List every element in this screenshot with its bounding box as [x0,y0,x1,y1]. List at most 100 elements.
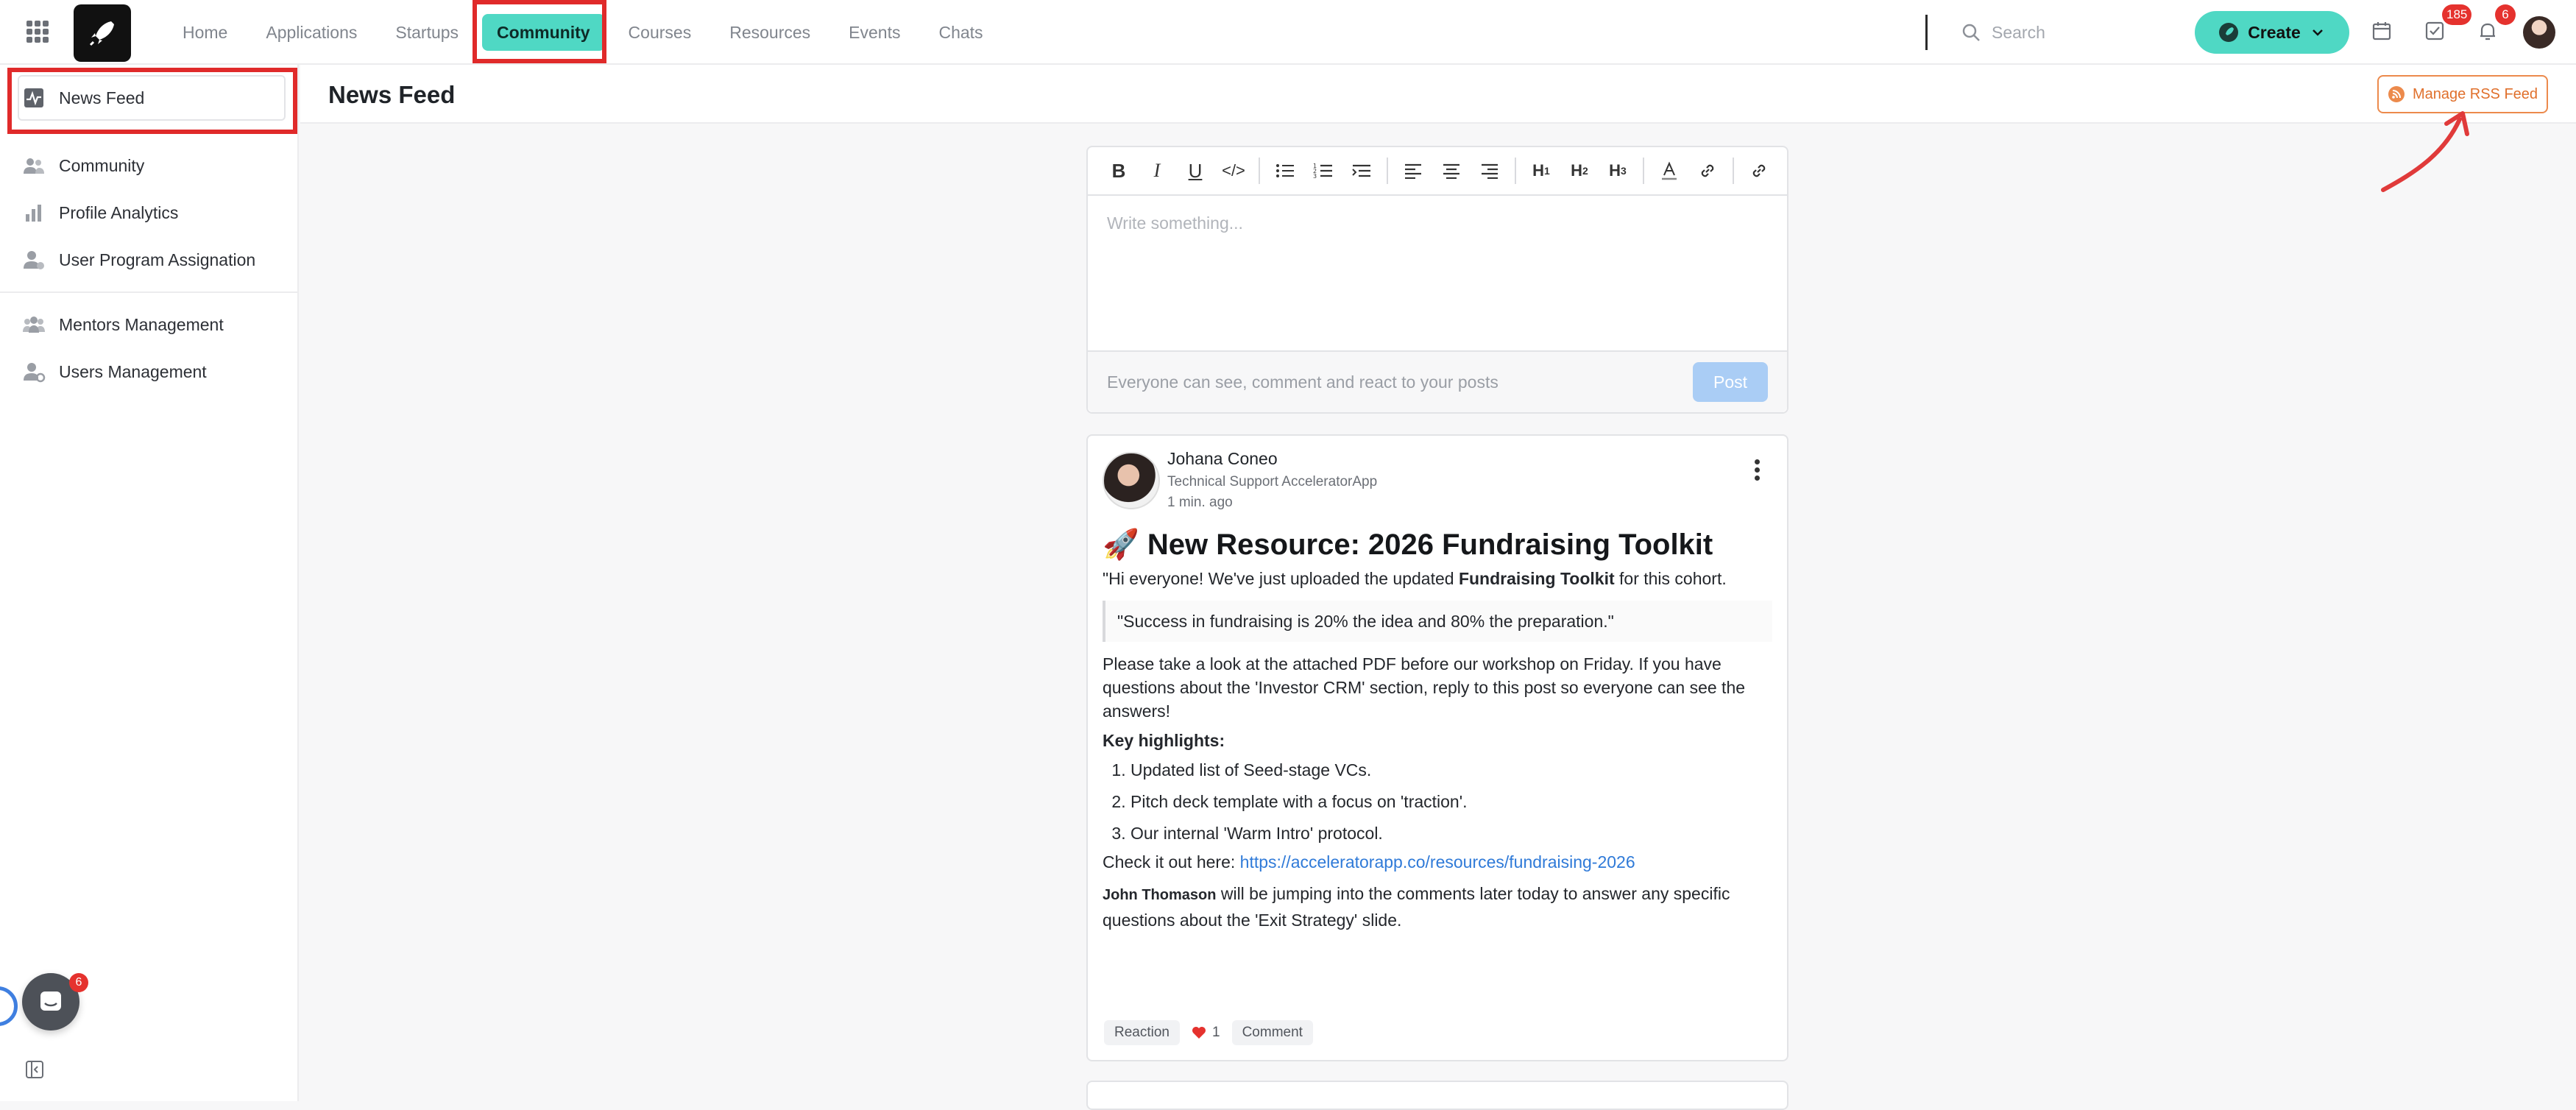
nav-startups[interactable]: Startups [381,14,473,51]
bullet-list-icon[interactable] [1266,152,1304,190]
unlink-icon[interactable] [1740,152,1778,190]
post-quote: "Success in fundraising is 20% the idea … [1103,601,1772,642]
chat-badge: 6 [69,973,88,992]
author-name[interactable]: Johana Coneo [1167,449,1278,469]
tasks-icon[interactable] [2423,19,2446,43]
post-content: 🚀 New Resource: 2026 Fundraising Toolkit… [1103,527,1772,933]
sidebar-divider [0,291,299,293]
post-text-input[interactable]: Write something... [1088,196,1787,350]
post-link-line: Check it out here: https://acceleratorap… [1103,852,1635,872]
toolbar-divider [1259,158,1260,184]
create-button[interactable]: Create [2195,11,2349,54]
sidebar-item-community[interactable]: Community [22,147,144,184]
align-left-icon[interactable] [1394,152,1432,190]
nav-courses[interactable]: Courses [614,14,707,51]
group-icon [23,317,45,333]
page-header: News Feed Manage RSS Feed [300,65,2576,124]
author-avatar[interactable] [1103,452,1160,509]
editor-toolbar: B I U </> 123 H1 H2 H3 [1088,147,1787,196]
sidebar-item-user-program-assignation[interactable]: User Program Assignation [22,241,255,278]
post-actions: Reaction 1 Comment [1104,1020,1313,1045]
highlights-title: Key highlights: [1103,731,1225,750]
more-options-icon[interactable] [1755,459,1761,484]
sidebar-item-label: Users Management [59,361,207,381]
link-icon[interactable] [1688,152,1727,190]
reaction-count[interactable]: 1 [1189,1020,1223,1045]
user-assign-icon [24,251,44,269]
sidebar-item-profile-analytics[interactable]: Profile Analytics [22,194,178,231]
top-bar: Home Applications Startups Community Cou… [0,0,2576,65]
next-feed-post [1086,1081,1788,1110]
user-avatar[interactable] [2523,16,2555,49]
feed-post: Johana Coneo Technical Support Accelerat… [1086,434,1788,1061]
nav-chats[interactable]: Chats [924,14,997,51]
resource-link[interactable]: https://acceleratorapp.co/resources/fund… [1240,852,1635,872]
bar-chart-icon [26,205,41,222]
nav-resources[interactable]: Resources [715,14,825,51]
sidebar-item-label: Community [59,155,145,175]
post-mention-line: John Thomason will be jumping into the c… [1103,884,1730,930]
bold-icon[interactable]: B [1100,152,1138,190]
sidebar-item-label: User Program Assignation [59,250,256,269]
editor-footer: Everyone can see, comment and react to y… [1088,350,1787,412]
page-title: News Feed [328,81,456,108]
align-right-icon[interactable] [1471,152,1509,190]
ordered-list-icon[interactable]: 123 [1304,152,1342,190]
collapse-sidebar-icon[interactable] [25,1060,44,1079]
calendar-icon[interactable] [2370,19,2393,43]
tasks-badge: 185 [2442,4,2472,25]
code-icon[interactable]: </> [1214,152,1253,190]
post-paragraph: Please take a look at the attached PDF b… [1103,654,1746,721]
toolbar-divider [1733,158,1734,184]
highlights-list: Updated list of Seed-stage VCs. Pitch de… [1103,758,1772,845]
search-icon [1962,24,1980,41]
highlight-community-tab [473,0,606,63]
toolbar-divider [1515,158,1516,184]
toolbar-divider [1643,158,1644,184]
list-item: Pitch deck template with a focus on 'tra… [1130,790,1772,813]
bell-icon[interactable] [2476,19,2499,43]
reaction-button[interactable]: Reaction [1104,1020,1180,1045]
apps-grid-icon[interactable] [26,21,49,43]
nav-home[interactable]: Home [168,14,242,51]
italic-icon[interactable]: I [1138,152,1176,190]
annotation-arrow-icon [2381,111,2469,192]
post-time: 1 min. ago [1167,495,1233,510]
text-color-icon[interactable] [1650,152,1688,190]
post-intro: "Hi everyone! We've just uploaded the up… [1103,569,1727,588]
align-center-icon[interactable] [1432,152,1471,190]
heading1-icon[interactable]: H1 [1522,152,1560,190]
svg-text:3: 3 [1313,173,1317,180]
heading2-icon[interactable]: H2 [1560,152,1599,190]
heading3-icon[interactable]: H3 [1599,152,1637,190]
blockquote-icon[interactable] [1342,152,1381,190]
sidebar-item-mentors-management[interactable]: Mentors Management [22,306,224,343]
search-box[interactable]: Search [1961,18,2182,47]
sidebar: News Feed Community Profile Analytics Us… [0,65,299,1101]
chevron-down-icon [2312,29,2323,36]
search-input[interactable]: Search [1992,23,2045,43]
rocket-icon [89,21,114,46]
heart-icon [1192,1027,1206,1039]
app-logo[interactable] [74,4,131,62]
post-button[interactable]: Post [1693,362,1768,402]
rss-button-label: Manage RSS Feed [2412,85,2538,102]
sidebar-item-label: Mentors Management [59,314,224,334]
users-icon [24,158,44,174]
rocket-icon [2219,23,2239,42]
highlight-news-feed [7,68,297,134]
topbar-divider [1925,15,1928,50]
list-item: Our internal 'Warm Intro' protocol. [1130,821,1772,845]
post-editor: B I U </> 123 H1 H2 H3 Write something..… [1086,146,1788,414]
underline-icon[interactable]: U [1176,152,1214,190]
sidebar-item-label: Profile Analytics [59,202,179,222]
sidebar-item-users-management[interactable]: Users Management [22,353,207,390]
user-cog-icon [24,363,46,383]
post-heading: 🚀 New Resource: 2026 Fundraising Toolkit [1103,529,1713,561]
nav-applications[interactable]: Applications [251,14,372,51]
nav-events[interactable]: Events [834,14,915,51]
list-item: Updated list of Seed-stage VCs. [1130,758,1772,782]
comment-button[interactable]: Comment [1231,1020,1313,1045]
chat-icon [40,991,61,1011]
mention-user[interactable]: John Thomason [1103,887,1216,903]
